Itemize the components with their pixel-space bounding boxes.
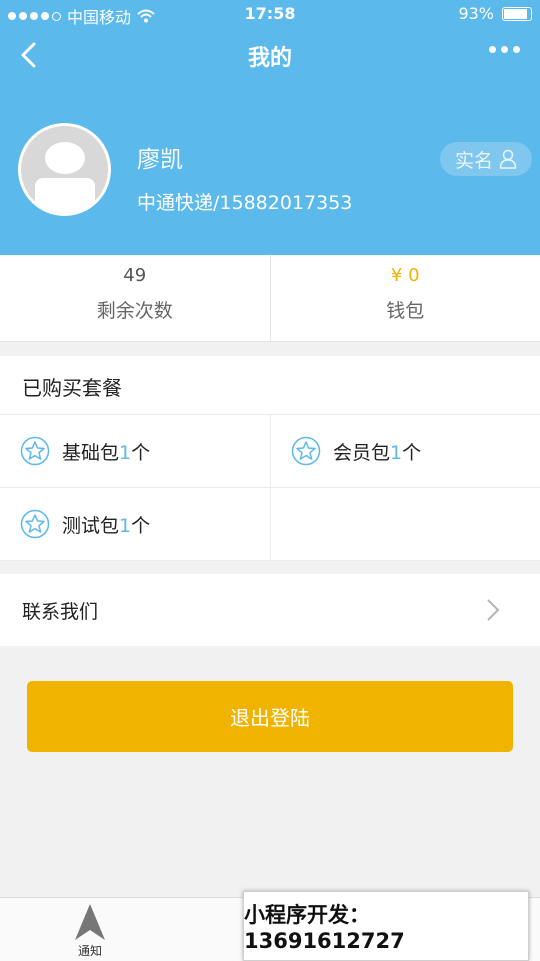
- package-count: 1: [119, 442, 131, 464]
- star-icon: [20, 436, 50, 466]
- star-icon: [291, 436, 321, 466]
- status-bar: 中国移动 17:58 93%: [0, 0, 540, 28]
- logout-button[interactable]: 退出登陆: [27, 681, 513, 752]
- navigation-icon: [70, 902, 110, 942]
- chevron-right-icon: [486, 598, 500, 622]
- stat-remaining-label: 剩余次数: [0, 296, 270, 323]
- stat-remaining-value: 49: [0, 265, 270, 286]
- user-name: 廖凯: [137, 140, 183, 174]
- tab-notify[interactable]: 通知: [60, 902, 120, 959]
- package-unit: 个: [402, 442, 421, 464]
- page-title: 我的: [0, 40, 540, 72]
- battery-percent: 93%: [458, 4, 494, 23]
- stat-wallet-value: ¥ 0: [271, 265, 540, 286]
- package-empty-cell: [270, 488, 540, 560]
- package-name: 会员包: [333, 442, 390, 464]
- contact-row[interactable]: 联系我们: [0, 574, 540, 646]
- realname-label: 实名: [455, 146, 493, 173]
- battery-icon: [502, 7, 532, 21]
- package-name: 测试包: [62, 515, 119, 537]
- package-unit: 个: [131, 515, 150, 537]
- package-item[interactable]: 测试包1个: [0, 488, 270, 560]
- avatar[interactable]: [18, 123, 111, 216]
- star-icon: [20, 509, 50, 539]
- packages-grid: 基础包1个 会员包1个 测试包1个: [0, 415, 540, 561]
- package-count: 1: [119, 515, 131, 537]
- stat-remaining[interactable]: 49 剩余次数: [0, 255, 270, 341]
- packages-title: 已购买套餐: [22, 372, 122, 401]
- promo-banner: 小程序开发：13691612727: [243, 891, 529, 961]
- tab-notify-label: 通知: [78, 944, 102, 958]
- more-icon[interactable]: [489, 46, 520, 53]
- packages-title-row: 已购买套餐: [0, 356, 540, 415]
- contact-label: 联系我们: [22, 597, 98, 624]
- package-name: 基础包: [62, 442, 119, 464]
- stats-bar: 49 剩余次数 ¥ 0 钱包: [0, 255, 540, 342]
- user-icon: [499, 149, 517, 169]
- nav-bar: 我的: [0, 28, 540, 84]
- package-item[interactable]: 基础包1个: [0, 415, 270, 487]
- stat-wallet[interactable]: ¥ 0 钱包: [270, 255, 540, 341]
- package-count: 1: [390, 442, 402, 464]
- package-unit: 个: [131, 442, 150, 464]
- stat-wallet-label: 钱包: [271, 296, 540, 323]
- package-item[interactable]: 会员包1个: [270, 415, 540, 487]
- user-info: 中通快递/15882017353: [137, 188, 352, 215]
- realname-button[interactable]: 实名: [440, 142, 532, 176]
